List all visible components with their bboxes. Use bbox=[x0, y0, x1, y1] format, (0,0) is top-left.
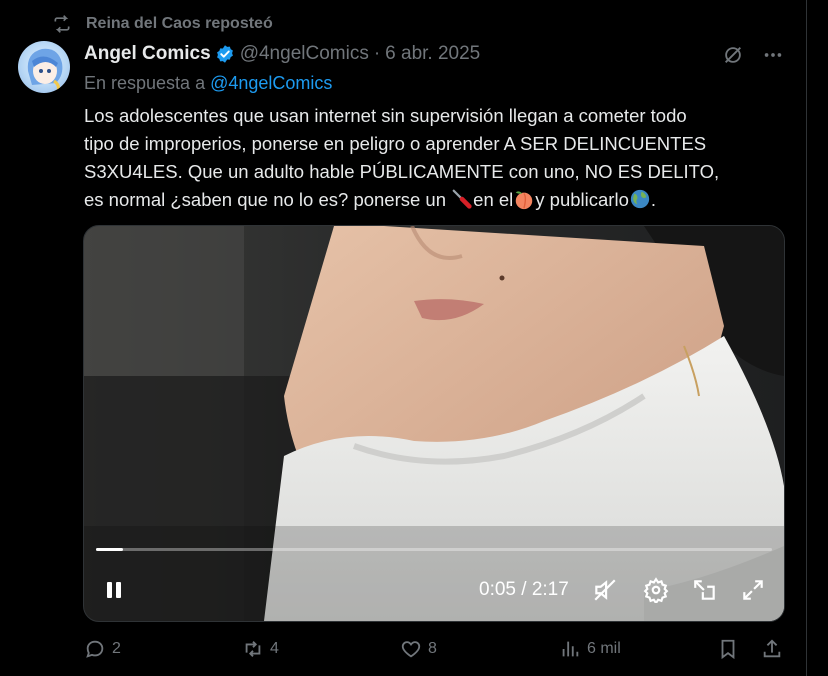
settings-gear-icon[interactable] bbox=[643, 577, 669, 603]
header-separator: · bbox=[373, 43, 381, 64]
tweet-text-segment: es normal ¿saben que no lo es? ponerse u… bbox=[84, 189, 452, 210]
tweet-line: es normal ¿saben que no lo es? ponerse u… bbox=[84, 186, 784, 214]
like-count: 8 bbox=[428, 640, 437, 657]
pause-icon[interactable] bbox=[104, 579, 126, 601]
tweet-line: tipo de improperios, ponerse en peligro … bbox=[84, 133, 707, 154]
view-count: 6 mil bbox=[587, 640, 621, 657]
tweet-text-segment: . bbox=[650, 189, 656, 210]
repost-label: Reina del Caos reposteó bbox=[86, 15, 273, 32]
tweet-actions-bar: 2 4 8 6 mil bbox=[84, 636, 784, 664]
tweet-text-segment: en el bbox=[473, 189, 514, 210]
reply-button[interactable]: 2 bbox=[84, 638, 121, 660]
author-handle[interactable]: @4ngelComics bbox=[240, 43, 369, 65]
like-button[interactable]: 8 bbox=[400, 638, 437, 660]
tweet-text-segment: y publicarlo bbox=[535, 189, 629, 210]
share-button[interactable] bbox=[761, 638, 789, 660]
mute-icon[interactable] bbox=[592, 577, 618, 603]
heart-icon bbox=[401, 641, 421, 658]
picture-in-picture-icon[interactable] bbox=[692, 577, 718, 603]
repost-indicator[interactable]: Reina del Caos reposteó bbox=[52, 14, 273, 34]
repost-count: 4 bbox=[270, 640, 279, 657]
avatar-image bbox=[27, 48, 63, 92]
tweet-header: Angel Comics @4ngelComics · 6 abr. 2025 bbox=[84, 42, 480, 66]
reply-icon bbox=[86, 640, 104, 658]
fullscreen-icon[interactable] bbox=[740, 577, 766, 603]
video-frame bbox=[84, 226, 784, 621]
reply-count: 2 bbox=[112, 640, 121, 657]
reply-handle-link[interactable]: @4ngelComics bbox=[210, 73, 332, 93]
globe-emoji-icon bbox=[630, 189, 650, 209]
analytics-icon bbox=[562, 641, 579, 657]
video-player[interactable]: 0:05 / 2:17 bbox=[83, 225, 785, 622]
video-progress-fill bbox=[96, 548, 124, 551]
tweet-text: Los adolescentes que usan internet sin s… bbox=[84, 102, 784, 214]
tweet-line: S3XU4LES. Que un adulto hable PÚBLICAMEN… bbox=[84, 161, 720, 182]
bookmark-button[interactable] bbox=[717, 638, 745, 660]
tweet-line: Los adolescentes que usan internet sin s… bbox=[84, 105, 687, 126]
header-actions bbox=[722, 44, 784, 66]
share-icon bbox=[763, 639, 781, 658]
repost-button[interactable]: 4 bbox=[242, 638, 279, 660]
video-time: 0:05 / 2:17 bbox=[479, 579, 569, 600]
reply-context: En respuesta a @4ngelComics bbox=[84, 73, 332, 94]
tweet-date[interactable]: 6 abr. 2025 bbox=[385, 43, 480, 65]
avatar[interactable] bbox=[18, 41, 70, 93]
video-controls: 0:05 / 2:17 bbox=[84, 574, 784, 606]
author-name[interactable]: Angel Comics bbox=[84, 43, 211, 65]
bookmark-icon bbox=[721, 639, 735, 660]
verified-badge-icon bbox=[216, 45, 233, 63]
timeline-border bbox=[806, 0, 807, 676]
repost-icon bbox=[54, 15, 70, 33]
grok-icon[interactable] bbox=[722, 44, 744, 66]
screwdriver-emoji-icon bbox=[452, 189, 472, 209]
peach-emoji-icon bbox=[516, 191, 533, 210]
repost-action-icon bbox=[245, 641, 261, 657]
more-options-icon[interactable] bbox=[762, 44, 784, 66]
video-progress-bar[interactable] bbox=[96, 548, 772, 551]
views-button[interactable]: 6 mil bbox=[559, 638, 621, 660]
reply-prefix: En respuesta a bbox=[84, 73, 206, 93]
